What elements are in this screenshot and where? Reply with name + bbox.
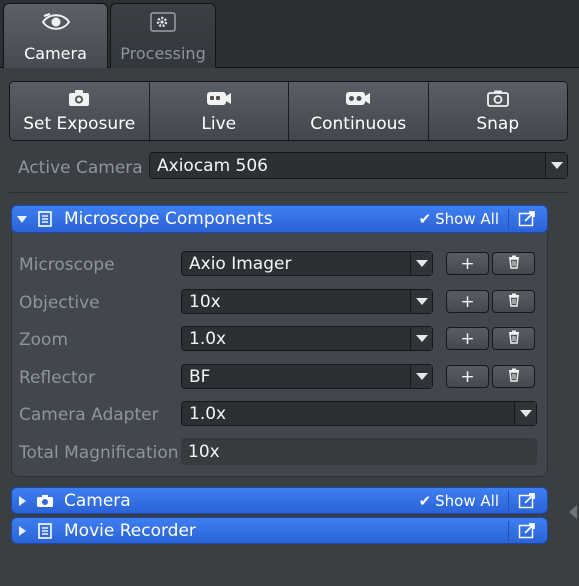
chevron-down-icon[interactable]: [410, 290, 432, 313]
active-camera-dropdown[interactable]: Axiocam 506: [149, 152, 568, 179]
video-tape-icon: [344, 88, 372, 108]
button-label: Continuous: [310, 114, 407, 134]
gear-icon: [147, 10, 179, 34]
dropdown-value: 10x: [189, 291, 221, 312]
popout-icon[interactable]: [517, 492, 537, 510]
component-label: Objective: [19, 293, 100, 313]
snap-button[interactable]: Snap: [428, 82, 567, 140]
live-button[interactable]: Live: [149, 82, 289, 140]
camera-adapter-dropdown[interactable]: 1.0x: [181, 401, 537, 426]
magnification-value: 10x: [188, 441, 220, 462]
video-camera-icon: [205, 88, 233, 108]
chevron-down-icon[interactable]: [410, 365, 432, 388]
show-all-label: Show All: [435, 210, 499, 228]
checkmark-icon: ✔: [418, 210, 432, 228]
section-title: Microscope Components: [64, 209, 273, 229]
collapse-triangle-icon[interactable]: [12, 215, 32, 223]
chevron-down-icon[interactable]: [410, 252, 432, 275]
zoom-dropdown[interactable]: 1.0x: [181, 326, 433, 351]
add-reflector-button[interactable]: +: [446, 365, 489, 388]
button-label: Set Exposure: [23, 114, 136, 134]
popout-icon[interactable]: [517, 522, 537, 540]
add-objective-button[interactable]: +: [446, 290, 489, 313]
trash-icon: [507, 254, 521, 274]
dropdown-value: BF: [189, 366, 211, 387]
chevron-down-icon[interactable]: [545, 153, 567, 178]
movie-recorder-section-header[interactable]: Movie Recorder: [11, 517, 548, 544]
component-label: Zoom: [19, 330, 69, 350]
divider: [9, 192, 568, 193]
microscope-components-header[interactable]: Microscope Components ✔ Show All: [11, 205, 548, 233]
active-camera-label: Active Camera: [18, 158, 143, 178]
objective-dropdown[interactable]: 10x: [181, 289, 433, 314]
section-icon: [32, 522, 58, 539]
tab-label: Processing: [120, 44, 206, 63]
plus-icon: +: [460, 366, 475, 387]
delete-zoom-button[interactable]: [492, 327, 535, 350]
section-title: Camera: [64, 490, 131, 511]
set-exposure-button[interactable]: Set Exposure: [10, 82, 150, 140]
divider: [508, 209, 509, 229]
chevron-down-icon[interactable]: [514, 402, 536, 425]
section-title: Movie Recorder: [64, 520, 196, 541]
tab-processing[interactable]: Processing: [110, 3, 216, 68]
camera-section-header[interactable]: Camera ✔ Show All: [11, 487, 548, 514]
delete-microscope-button[interactable]: [492, 252, 535, 275]
trash-icon: [507, 329, 521, 349]
trash-icon: [507, 292, 521, 312]
delete-objective-button[interactable]: [492, 290, 535, 313]
camera-adapter-label: Camera Adapter: [19, 405, 159, 425]
show-all-toggle[interactable]: ✔ Show All: [419, 488, 499, 514]
add-zoom-button[interactable]: +: [446, 327, 489, 350]
panel-collapse-arrow-icon[interactable]: [569, 505, 577, 519]
capture-button-row: Set Exposure Live Continuous Snap: [9, 81, 568, 141]
component-label: Microscope: [19, 255, 115, 275]
plus-icon: +: [460, 253, 475, 274]
section-icon: [32, 211, 58, 227]
show-all-toggle[interactable]: ✔ Show All: [419, 206, 499, 232]
tab-label: Camera: [24, 44, 87, 63]
snapshot-camera-icon: [486, 88, 510, 108]
show-all-label: Show All: [435, 492, 499, 510]
dropdown-value: Axio Imager: [189, 253, 292, 274]
checkmark-icon: ✔: [418, 492, 432, 510]
add-microscope-button[interactable]: +: [446, 252, 489, 275]
divider: [508, 491, 509, 511]
continuous-button[interactable]: Continuous: [289, 82, 429, 140]
camera-icon: [32, 494, 58, 508]
chevron-down-icon[interactable]: [410, 327, 432, 350]
camera-icon: [67, 88, 91, 108]
plus-icon: +: [460, 291, 475, 312]
microscope-dropdown[interactable]: Axio Imager: [181, 251, 433, 276]
button-label: Live: [201, 114, 237, 134]
divider: [508, 521, 509, 541]
expand-triangle-icon[interactable]: [12, 525, 32, 536]
popout-icon[interactable]: [517, 210, 537, 228]
component-label: Reflector: [19, 368, 96, 388]
total-magnification-label: Total Magnification: [19, 443, 179, 463]
expand-triangle-icon[interactable]: [12, 495, 32, 506]
button-label: Snap: [476, 114, 520, 134]
total-magnification-value: 10x: [181, 438, 537, 465]
dropdown-value: Axiocam 506: [157, 155, 268, 176]
eye-icon: [40, 10, 72, 34]
plus-icon: +: [460, 328, 475, 349]
tab-bar: Camera Processing: [0, 0, 579, 68]
dropdown-value: 1.0x: [189, 328, 227, 349]
trash-icon: [507, 367, 521, 387]
dropdown-value: 1.0x: [189, 403, 227, 424]
tab-camera[interactable]: Camera: [3, 3, 108, 68]
delete-reflector-button[interactable]: [492, 365, 535, 388]
reflector-dropdown[interactable]: BF: [181, 364, 433, 389]
